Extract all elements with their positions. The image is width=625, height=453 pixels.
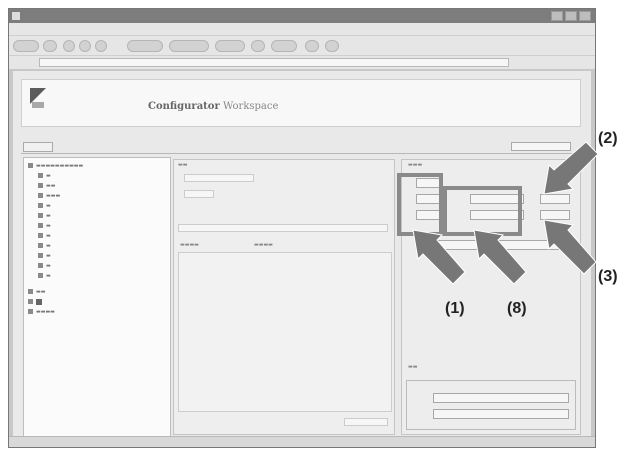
callout-label-1: (1): [445, 300, 465, 317]
arrow-2-icon: [543, 141, 599, 195]
callout-label-3: (3): [598, 268, 618, 285]
arrow-3-icon: [543, 219, 597, 275]
arrow-1-icon: [412, 229, 466, 285]
callout-arrows: [412, 141, 599, 285]
callout-label-8: (8): [507, 300, 527, 317]
arrow-8-icon: [473, 229, 527, 285]
callout-label-2: (2): [598, 130, 618, 147]
